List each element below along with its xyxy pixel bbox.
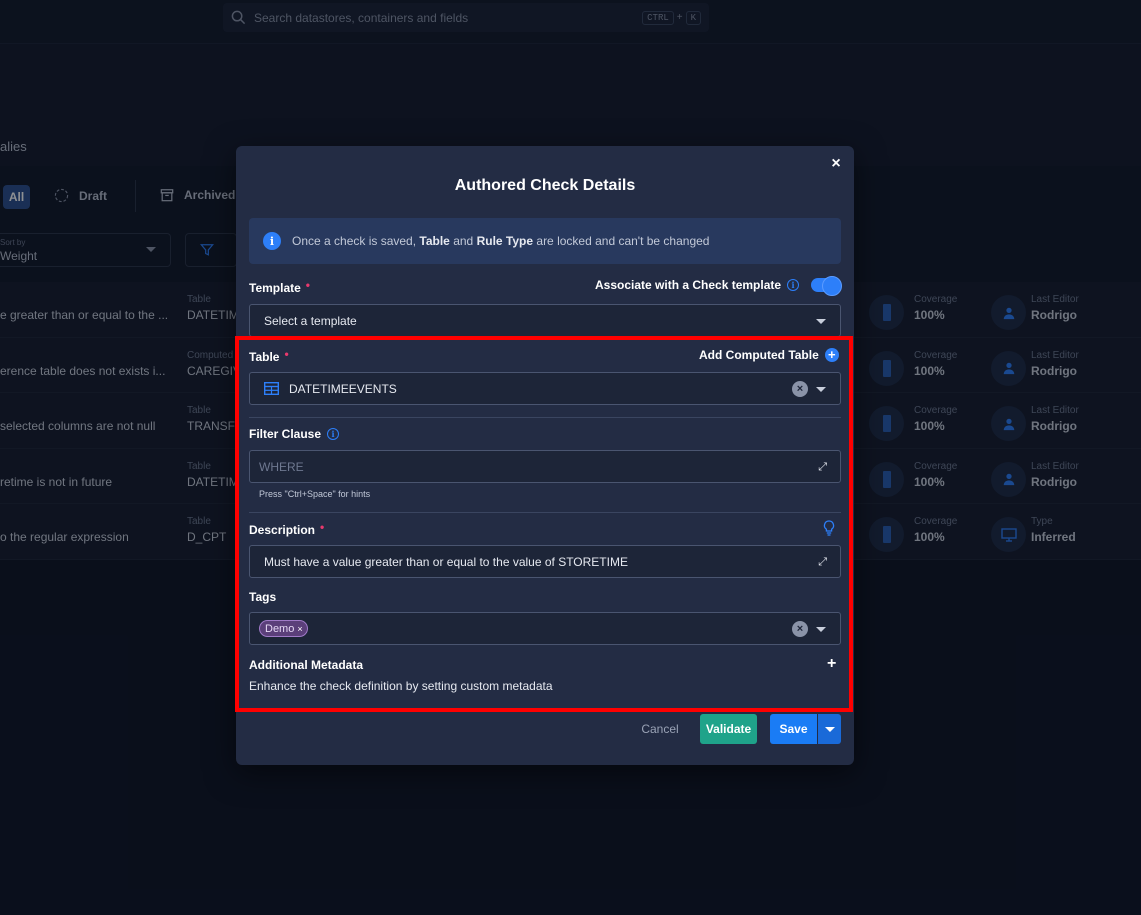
- info-icon: i: [263, 232, 281, 250]
- cancel-button[interactable]: Cancel: [634, 714, 686, 744]
- template-select[interactable]: Select a template: [249, 304, 841, 337]
- associate-template-toggle[interactable]: [811, 276, 843, 296]
- highlight-box: [235, 336, 853, 712]
- associate-template-toggle-row: Associate with a Check template i: [595, 276, 843, 296]
- save-button[interactable]: Save: [770, 714, 817, 744]
- associate-template-label: Associate with a Check template: [595, 278, 782, 292]
- required-mark: •: [305, 278, 310, 292]
- modal-title: Authored Check Details: [454, 177, 636, 194]
- save-options-button[interactable]: [818, 714, 841, 744]
- chevron-down-icon: [824, 726, 835, 732]
- template-label: Template •: [249, 278, 310, 295]
- chevron-down-icon: [816, 319, 826, 324]
- template-select-placeholder: Select a template: [264, 313, 357, 328]
- info-icon[interactable]: i: [787, 279, 800, 291]
- close-icon[interactable]: ×: [828, 156, 844, 172]
- info-text: Once a check is saved, Table and Rule Ty…: [292, 234, 710, 248]
- info-banner: i Once a check is saved, Table and Rule …: [249, 218, 841, 264]
- validate-button[interactable]: Validate: [700, 714, 757, 744]
